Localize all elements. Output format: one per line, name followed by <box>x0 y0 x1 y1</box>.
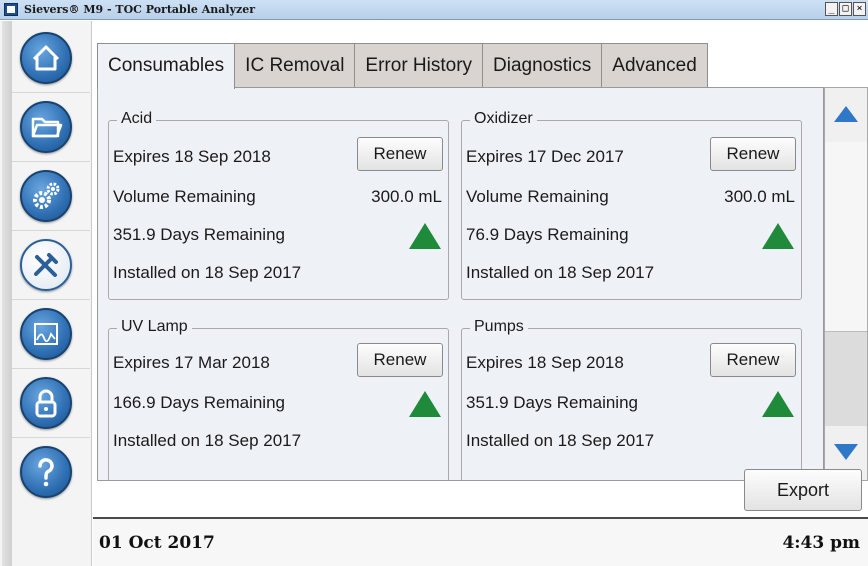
status-ok-icon <box>409 223 441 249</box>
tab-bar: Consumables IC Removal Error History Dia… <box>97 43 708 89</box>
vertical-scrollbar[interactable] <box>824 87 868 481</box>
sidebar-item-setup[interactable] <box>20 170 72 222</box>
tab-error-history[interactable]: Error History <box>354 43 484 87</box>
scroll-up-button[interactable] <box>825 88 867 142</box>
uv-lamp-renew-button[interactable]: Renew <box>357 343 443 377</box>
sidebar-item-maintenance[interactable] <box>20 239 72 291</box>
sidebar-item-data[interactable] <box>20 101 72 153</box>
pumps-group: Pumps Expires 18 Sep 2018 Renew 351.9 Da… <box>461 318 802 480</box>
pumps-installed: Installed on 18 Sep 2017 <box>466 431 655 450</box>
sidebar-divider <box>12 92 90 93</box>
acid-group: Acid Expires 18 Sep 2018 Renew Volume Re… <box>108 110 449 300</box>
window-title: Sievers® M9 - TOC Portable Analyzer <box>24 3 256 16</box>
sidebar-grip <box>2 21 12 566</box>
close-button[interactable]: × <box>853 2 866 16</box>
sidebar-item-reports[interactable] <box>20 308 72 360</box>
oxidizer-volume-value: 300.0 mL <box>724 187 795 206</box>
uv-lamp-group: UV Lamp Expires 17 Mar 2018 Renew 166.9 … <box>108 318 449 480</box>
oxidizer-volume-label: Volume Remaining <box>466 187 609 206</box>
sidebar-item-help[interactable] <box>20 446 72 498</box>
home-icon <box>32 45 60 71</box>
acid-volume-label: Volume Remaining <box>113 187 256 206</box>
pumps-title: Pumps <box>470 318 528 336</box>
sidebar-divider <box>12 299 90 300</box>
status-ok-icon <box>762 391 794 417</box>
chart-icon <box>34 323 58 345</box>
oxidizer-installed: Installed on 18 Sep 2017 <box>466 263 655 282</box>
acid-renew-button[interactable]: Renew <box>357 137 443 171</box>
maximize-button[interactable]: □ <box>839 2 852 16</box>
uv-lamp-expires: Expires 17 Mar 2018 <box>113 353 270 372</box>
status-ok-icon <box>762 223 794 249</box>
app-icon <box>4 3 18 16</box>
title-bar: Sievers® M9 - TOC Portable Analyzer _ □ … <box>0 0 868 20</box>
tab-ic-removal[interactable]: IC Removal <box>234 43 356 87</box>
oxidizer-title: Oxidizer <box>470 110 537 128</box>
acid-title: Acid <box>117 110 157 128</box>
oxidizer-expires: Expires 17 Dec 2017 <box>466 147 624 166</box>
acid-days-remaining: 351.9 Days Remaining <box>113 225 285 244</box>
export-button[interactable]: Export <box>744 469 862 511</box>
window-controls: _ □ × <box>825 2 866 16</box>
pumps-expires: Expires 18 Sep 2018 <box>466 353 624 372</box>
uv-lamp-days-remaining: 166.9 Days Remaining <box>113 393 285 412</box>
sidebar-divider <box>12 437 90 438</box>
scroll-thumb[interactable] <box>825 142 867 332</box>
oxidizer-group: Oxidizer Expires 17 Dec 2017 Renew Volum… <box>461 110 802 300</box>
oxidizer-renew-button[interactable]: Renew <box>710 137 796 171</box>
pumps-days-remaining: 351.9 Days Remaining <box>466 393 638 412</box>
status-date: 01 Oct 2017 <box>99 533 215 553</box>
oxidizer-days-remaining: 76.9 Days Remaining <box>466 225 629 244</box>
tab-consumables[interactable]: Consumables <box>97 43 236 89</box>
acid-volume-value: 300.0 mL <box>371 187 442 206</box>
tab-diagnostics[interactable]: Diagnostics <box>482 43 603 87</box>
gears-icon <box>33 182 60 209</box>
sidebar-item-home[interactable] <box>20 32 72 84</box>
sidebar-divider <box>12 230 90 231</box>
lock-icon <box>35 389 57 418</box>
help-icon <box>38 458 54 487</box>
status-bar: 01 Oct 2017 4:43 pm <box>93 517 868 566</box>
uv-lamp-installed: Installed on 18 Sep 2017 <box>113 431 302 450</box>
folder-icon <box>31 117 63 138</box>
sidebar <box>0 21 92 566</box>
acid-installed: Installed on 18 Sep 2017 <box>113 263 302 282</box>
pumps-renew-button[interactable]: Renew <box>710 343 796 377</box>
status-ok-icon <box>409 391 441 417</box>
acid-expires: Expires 18 Sep 2018 <box>113 147 271 166</box>
tab-advanced[interactable]: Advanced <box>601 43 708 87</box>
consumables-panel: Acid Expires 18 Sep 2018 Renew Volume Re… <box>97 87 824 481</box>
tools-icon <box>34 253 58 277</box>
sidebar-item-security[interactable] <box>20 377 72 429</box>
sidebar-divider <box>12 161 90 162</box>
sidebar-divider <box>12 368 90 369</box>
minimize-button[interactable]: _ <box>825 2 838 16</box>
arrow-down-icon <box>834 444 858 460</box>
status-time: 4:43 pm <box>782 533 860 553</box>
arrow-up-icon <box>834 106 858 122</box>
main-panel: Consumables IC Removal Error History Dia… <box>93 21 868 566</box>
uv-lamp-title: UV Lamp <box>117 318 192 336</box>
